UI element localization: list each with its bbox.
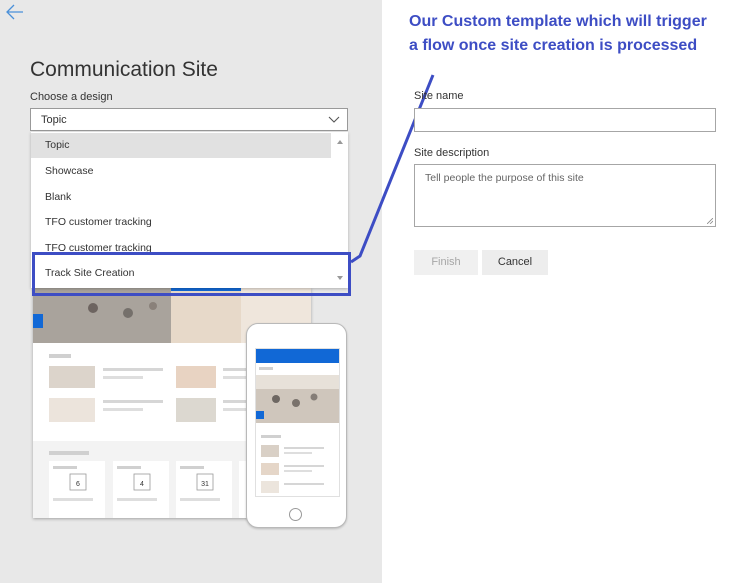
dropdown-item-track-site-creation[interactable]: Track Site Creation [31,261,331,286]
dropdown-item-topic[interactable]: Topic [31,133,331,158]
cancel-button[interactable]: Cancel [482,250,548,275]
chevron-down-icon [328,116,340,123]
phone-preview-image [246,323,347,528]
scroll-up-arrow-icon[interactable] [337,140,343,144]
phone-home-button [289,508,302,521]
site-description-label: Site description [414,147,490,159]
site-description-textarea[interactable]: Tell people the purpose of this site [414,164,716,227]
choose-design-label: Choose a design [30,91,113,103]
calendar-day-3: 31 [201,481,209,488]
site-name-input[interactable] [414,108,716,132]
dropdown-scrollbar[interactable] [331,132,348,288]
dropdown-item-blank[interactable]: Blank [31,185,331,210]
annotation-text: Our Custom template which will trigger a… [409,13,707,54]
design-select-value: Topic [41,114,67,126]
dropdown-item-showcase[interactable]: Showcase [31,159,331,184]
back-arrow-icon[interactable] [5,2,25,22]
calendar-day-1: 6 [76,481,80,488]
scroll-down-arrow-icon[interactable] [337,276,343,280]
site-name-label: Site name [414,90,464,102]
phone-screen [255,348,340,497]
page-title: Communication Site [30,58,218,81]
calendar-day-2: 4 [140,481,144,488]
resize-grip-icon[interactable] [707,218,713,224]
dropdown-item-tfo-customer-tracking-2[interactable]: TFO customer tracking [31,236,331,261]
dropdown-item-tfo-customer-tracking-1[interactable]: TFO customer tracking [31,210,331,235]
finish-button[interactable]: Finish [414,250,478,275]
phone-preview-illustration [256,349,339,493]
design-panel: Communication Site Choose a design Topic [0,0,382,583]
design-dropdown-list[interactable]: Topic Showcase Blank TFO customer tracki… [31,132,348,288]
design-select[interactable]: Topic [30,108,348,131]
site-description-placeholder: Tell people the purpose of this site [425,172,584,184]
